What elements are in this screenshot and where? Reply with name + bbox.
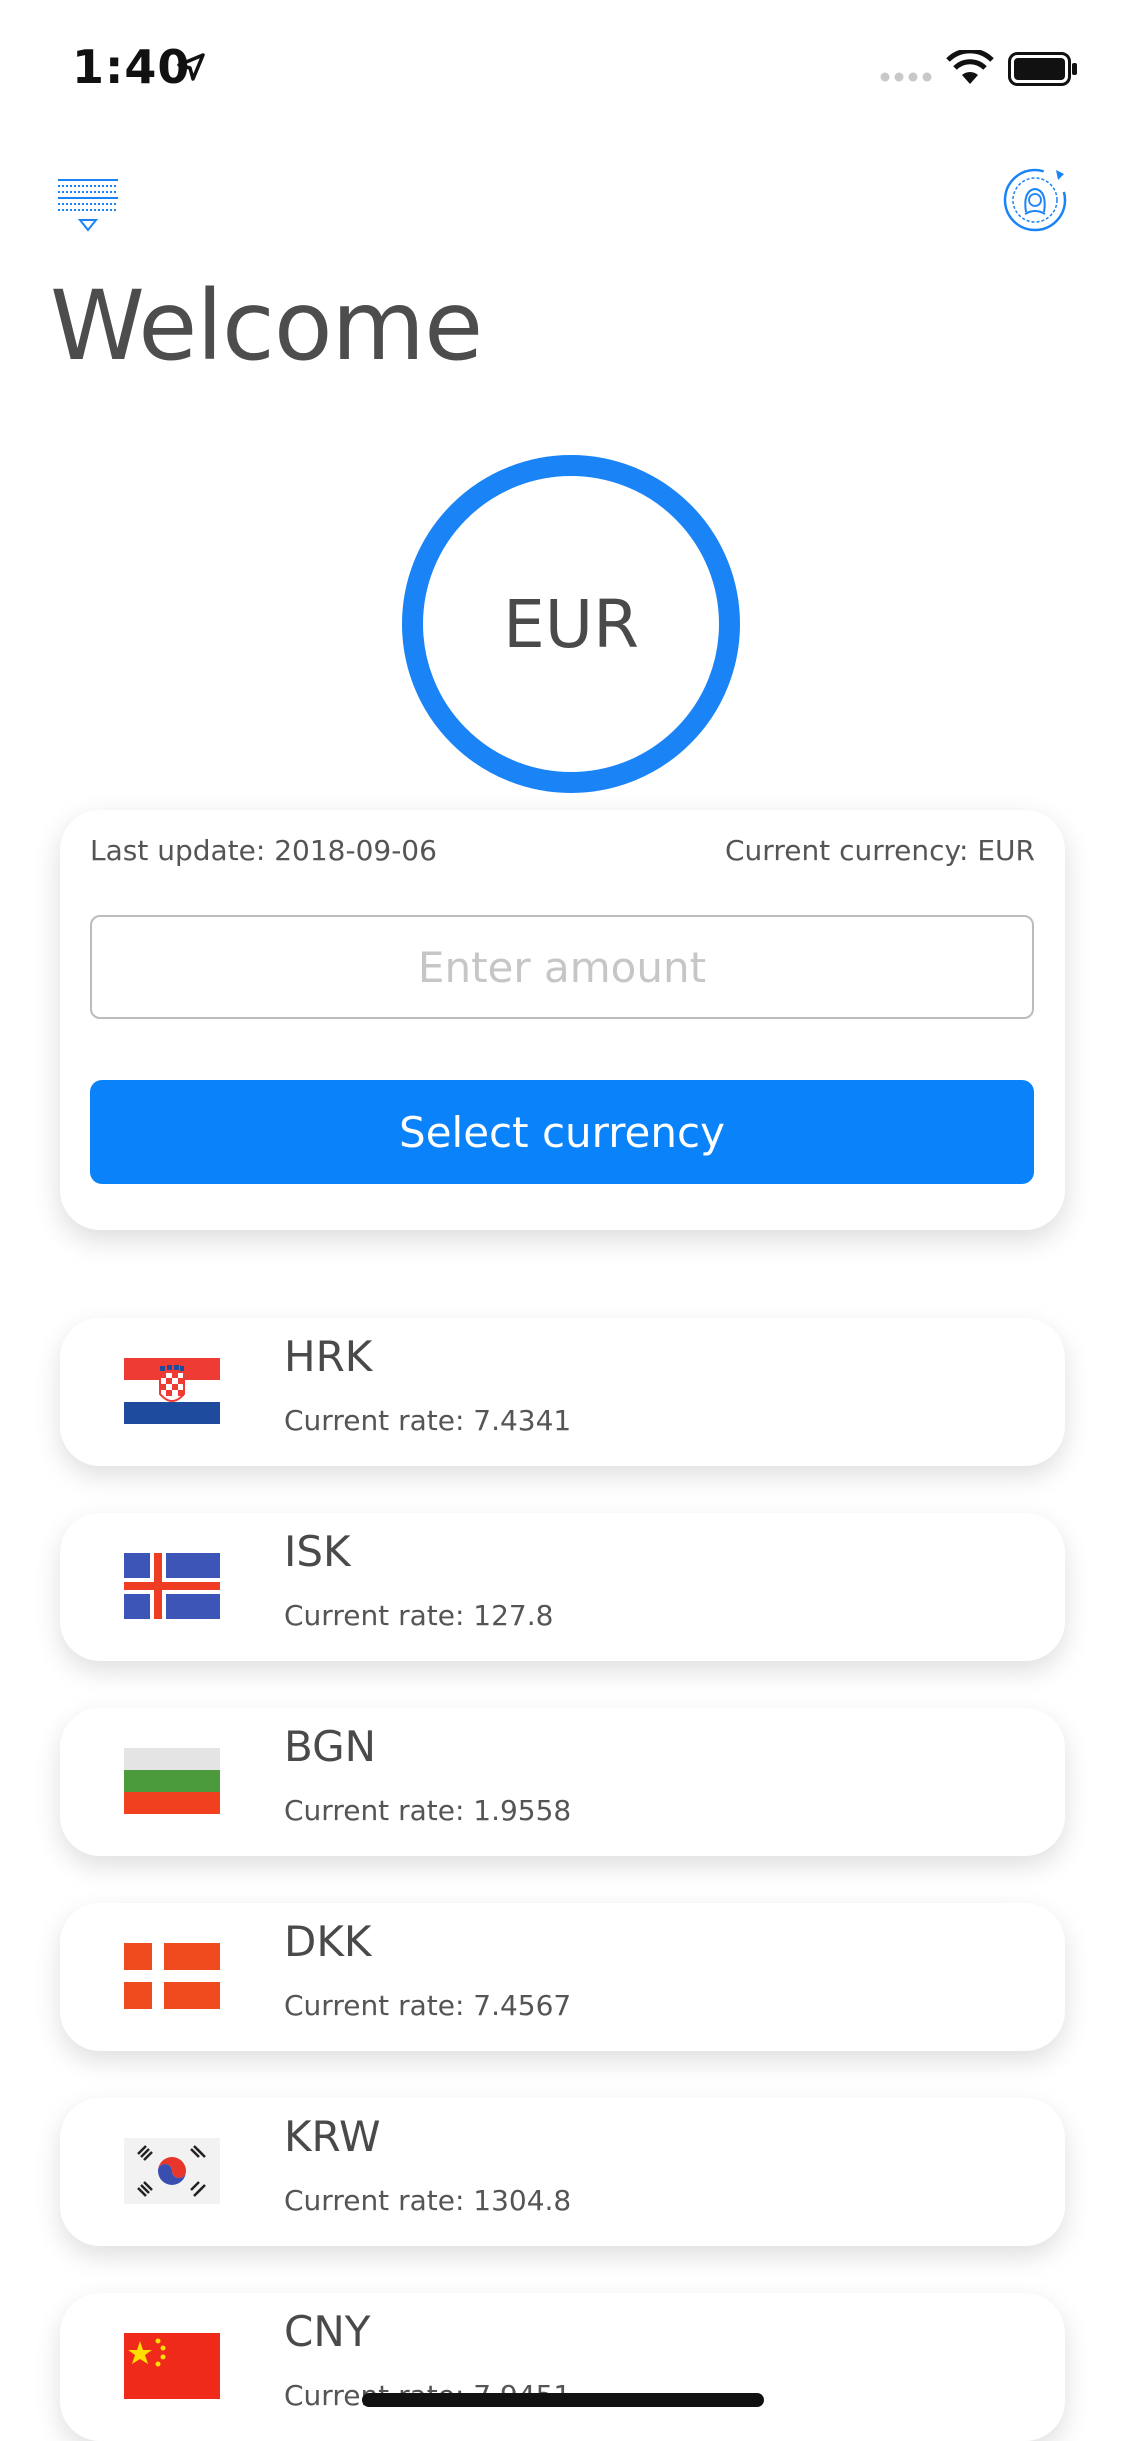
rate-row-dkk[interactable]: DKK Current rate: 7.4567 <box>60 1903 1065 2051</box>
profile-icon[interactable] <box>998 160 1072 234</box>
select-currency-button[interactable]: Select currency <box>90 1080 1034 1184</box>
rate-row-hrk[interactable]: HRK Current rate: 7.4341 <box>60 1318 1065 1466</box>
amount-input[interactable] <box>90 915 1034 1019</box>
currency-code: DKK <box>284 1917 372 1966</box>
rate-row-krw[interactable]: KRW Current rate: 1304.8 <box>60 2098 1065 2246</box>
cellular-signal-icon <box>880 72 932 82</box>
base-currency-ring[interactable]: EUR <box>402 455 740 793</box>
currency-rate: Current rate: 1304.8 <box>284 2184 572 2217</box>
rate-row-isk[interactable]: ISK Current rate: 127.8 <box>60 1513 1065 1661</box>
south-korea-flag-icon <box>124 2138 220 2204</box>
currency-rate: Current rate: 7.4567 <box>284 1989 572 2022</box>
page-title: Welcome <box>50 270 483 382</box>
croatia-flag-icon <box>124 1358 220 1424</box>
rate-row-cny[interactable]: CNY Current rate: 7.9451 <box>60 2293 1065 2441</box>
currency-rate: Current rate: 1.9558 <box>284 1794 572 1827</box>
converter-card: Last update: 2018-09-06 Current currency… <box>60 810 1065 1230</box>
currency-code: BGN <box>284 1722 377 1771</box>
current-currency-text: Current currency: EUR <box>725 834 1035 867</box>
rate-row-bgn[interactable]: BGN Current rate: 1.9558 <box>60 1708 1065 1856</box>
currency-code: HRK <box>284 1332 373 1381</box>
home-indicator[interactable] <box>362 2393 764 2407</box>
china-flag-icon <box>124 2333 220 2399</box>
currency-rate: Current rate: 7.4341 <box>284 1404 572 1437</box>
menu-icon[interactable] <box>56 176 120 234</box>
base-currency-label: EUR <box>503 585 639 663</box>
denmark-flag-icon <box>124 1943 220 2009</box>
bulgaria-flag-icon <box>124 1748 220 1814</box>
currency-code: KRW <box>284 2112 381 2161</box>
wifi-icon <box>946 50 994 84</box>
currency-code: CNY <box>284 2307 371 2356</box>
currency-code: ISK <box>284 1527 351 1576</box>
iceland-flag-icon <box>124 1553 220 1619</box>
battery-icon <box>1008 52 1077 86</box>
last-update-text: Last update: 2018-09-06 <box>90 834 437 867</box>
currency-rate: Current rate: 127.8 <box>284 1599 554 1632</box>
status-time: 1:40 <box>72 40 191 94</box>
location-arrow-icon <box>177 53 205 81</box>
